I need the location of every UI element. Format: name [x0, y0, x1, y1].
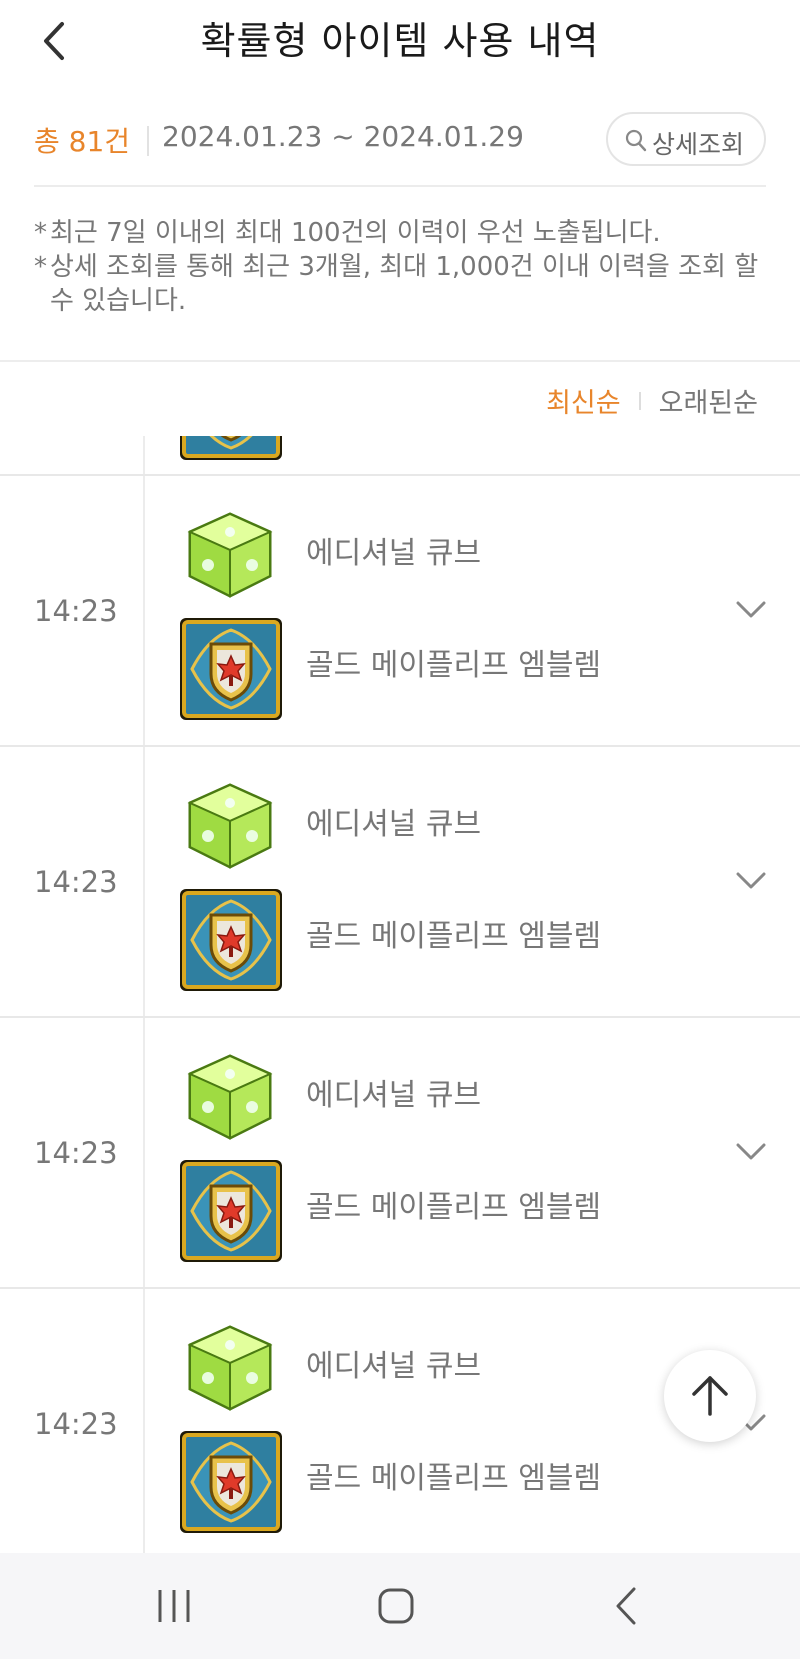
asterisk-icon: *	[34, 218, 47, 248]
notice-item: * 최근 7일 이내의 최대 100건의 이력이 우선 노출됩니다.	[34, 216, 774, 250]
gold-maple-leaf-emblem-icon	[178, 436, 284, 462]
additional-cube-icon	[188, 783, 272, 869]
page-title: 확률형 아이템 사용 내역	[200, 19, 600, 63]
additional-cube-icon	[188, 1325, 272, 1411]
section-divider	[0, 360, 800, 362]
sort-options: 최신순 오래된순	[546, 381, 758, 421]
notice-list: * 최근 7일 이내의 최대 100건의 이력이 우선 노출됩니다. * 상세 …	[34, 216, 774, 318]
chevron-down-icon[interactable]	[734, 1140, 768, 1164]
sort-oldest[interactable]: 오래된순	[659, 381, 758, 420]
target-item-name: 골드 메이플리프 엠블렘	[306, 919, 602, 954]
list-item[interactable]: 14:23 에디셔널 큐브 골드 메이플리프 엠블렘	[0, 476, 800, 747]
target-item-name: 골드 메이플리프 엠블렘	[306, 1190, 602, 1225]
app-header: 확률형 아이템 사용 내역	[0, 0, 800, 80]
system-navigation-bar	[0, 1553, 800, 1659]
total-count: 총 81건	[34, 125, 131, 158]
usage-time: 14:23	[34, 594, 118, 628]
summary-divider	[147, 126, 149, 156]
detail-search-label: 상세조회	[652, 130, 745, 159]
divider	[34, 185, 766, 187]
chevron-down-icon[interactable]	[734, 598, 768, 622]
notice-text: 최근 7일 이내의 최대 100건의 이력이 우선 노출됩니다.	[50, 218, 661, 248]
notice-item: * 상세 조회를 통해 최근 3개월, 최대 1,000건 이내 이력을 조회 …	[34, 250, 774, 318]
back-icon[interactable]	[606, 1585, 646, 1627]
gold-maple-leaf-emblem-icon	[178, 1429, 284, 1535]
gold-maple-leaf-emblem-icon	[178, 1158, 284, 1264]
date-range: 2024.01.23 ~ 2024.01.29	[162, 120, 524, 153]
item-name: 에디셔널 큐브	[306, 1349, 482, 1384]
asterisk-icon: *	[34, 252, 47, 282]
target-item-name: 골드 메이플리프 엠블렘	[306, 1461, 602, 1496]
detail-search-button[interactable]: 상세조회	[606, 112, 766, 166]
list-item	[0, 436, 800, 476]
target-item-name: 골드 메이플리프 엠블렘	[306, 648, 602, 683]
recents-icon[interactable]	[154, 1585, 194, 1627]
notice-text: 상세 조회를 통해 최근 3개월, 최대 1,000건 이내 이력을 조회 할 …	[50, 252, 759, 316]
summary-bar: 총 81건 2024.01.23 ~ 2024.01.29 상세조회	[34, 110, 766, 190]
usage-time: 14:23	[34, 865, 118, 899]
search-icon	[625, 129, 647, 152]
gold-maple-leaf-emblem-icon	[178, 616, 284, 722]
usage-time: 14:23	[34, 1407, 118, 1441]
item-name: 에디셔널 큐브	[306, 536, 482, 571]
arrow-up-icon	[692, 1376, 728, 1416]
item-name: 에디셔널 큐브	[306, 807, 482, 842]
scroll-top-button[interactable]	[664, 1350, 756, 1442]
chevron-down-icon[interactable]	[734, 869, 768, 893]
list-item[interactable]: 14:23 에디셔널 큐브 골드 메이플리프 엠블렘	[0, 1018, 800, 1289]
gold-maple-leaf-emblem-icon	[178, 887, 284, 993]
item-name: 에디셔널 큐브	[306, 1078, 482, 1113]
home-icon[interactable]	[376, 1585, 416, 1627]
sort-newest[interactable]: 최신순	[546, 381, 621, 420]
sort-divider	[638, 391, 641, 410]
additional-cube-icon	[188, 512, 272, 598]
list-item[interactable]: 14:23 에디셔널 큐브 골드 메이플리프 엠블렘	[0, 747, 800, 1018]
additional-cube-icon	[188, 1054, 272, 1140]
usage-time: 14:23	[34, 1136, 118, 1170]
